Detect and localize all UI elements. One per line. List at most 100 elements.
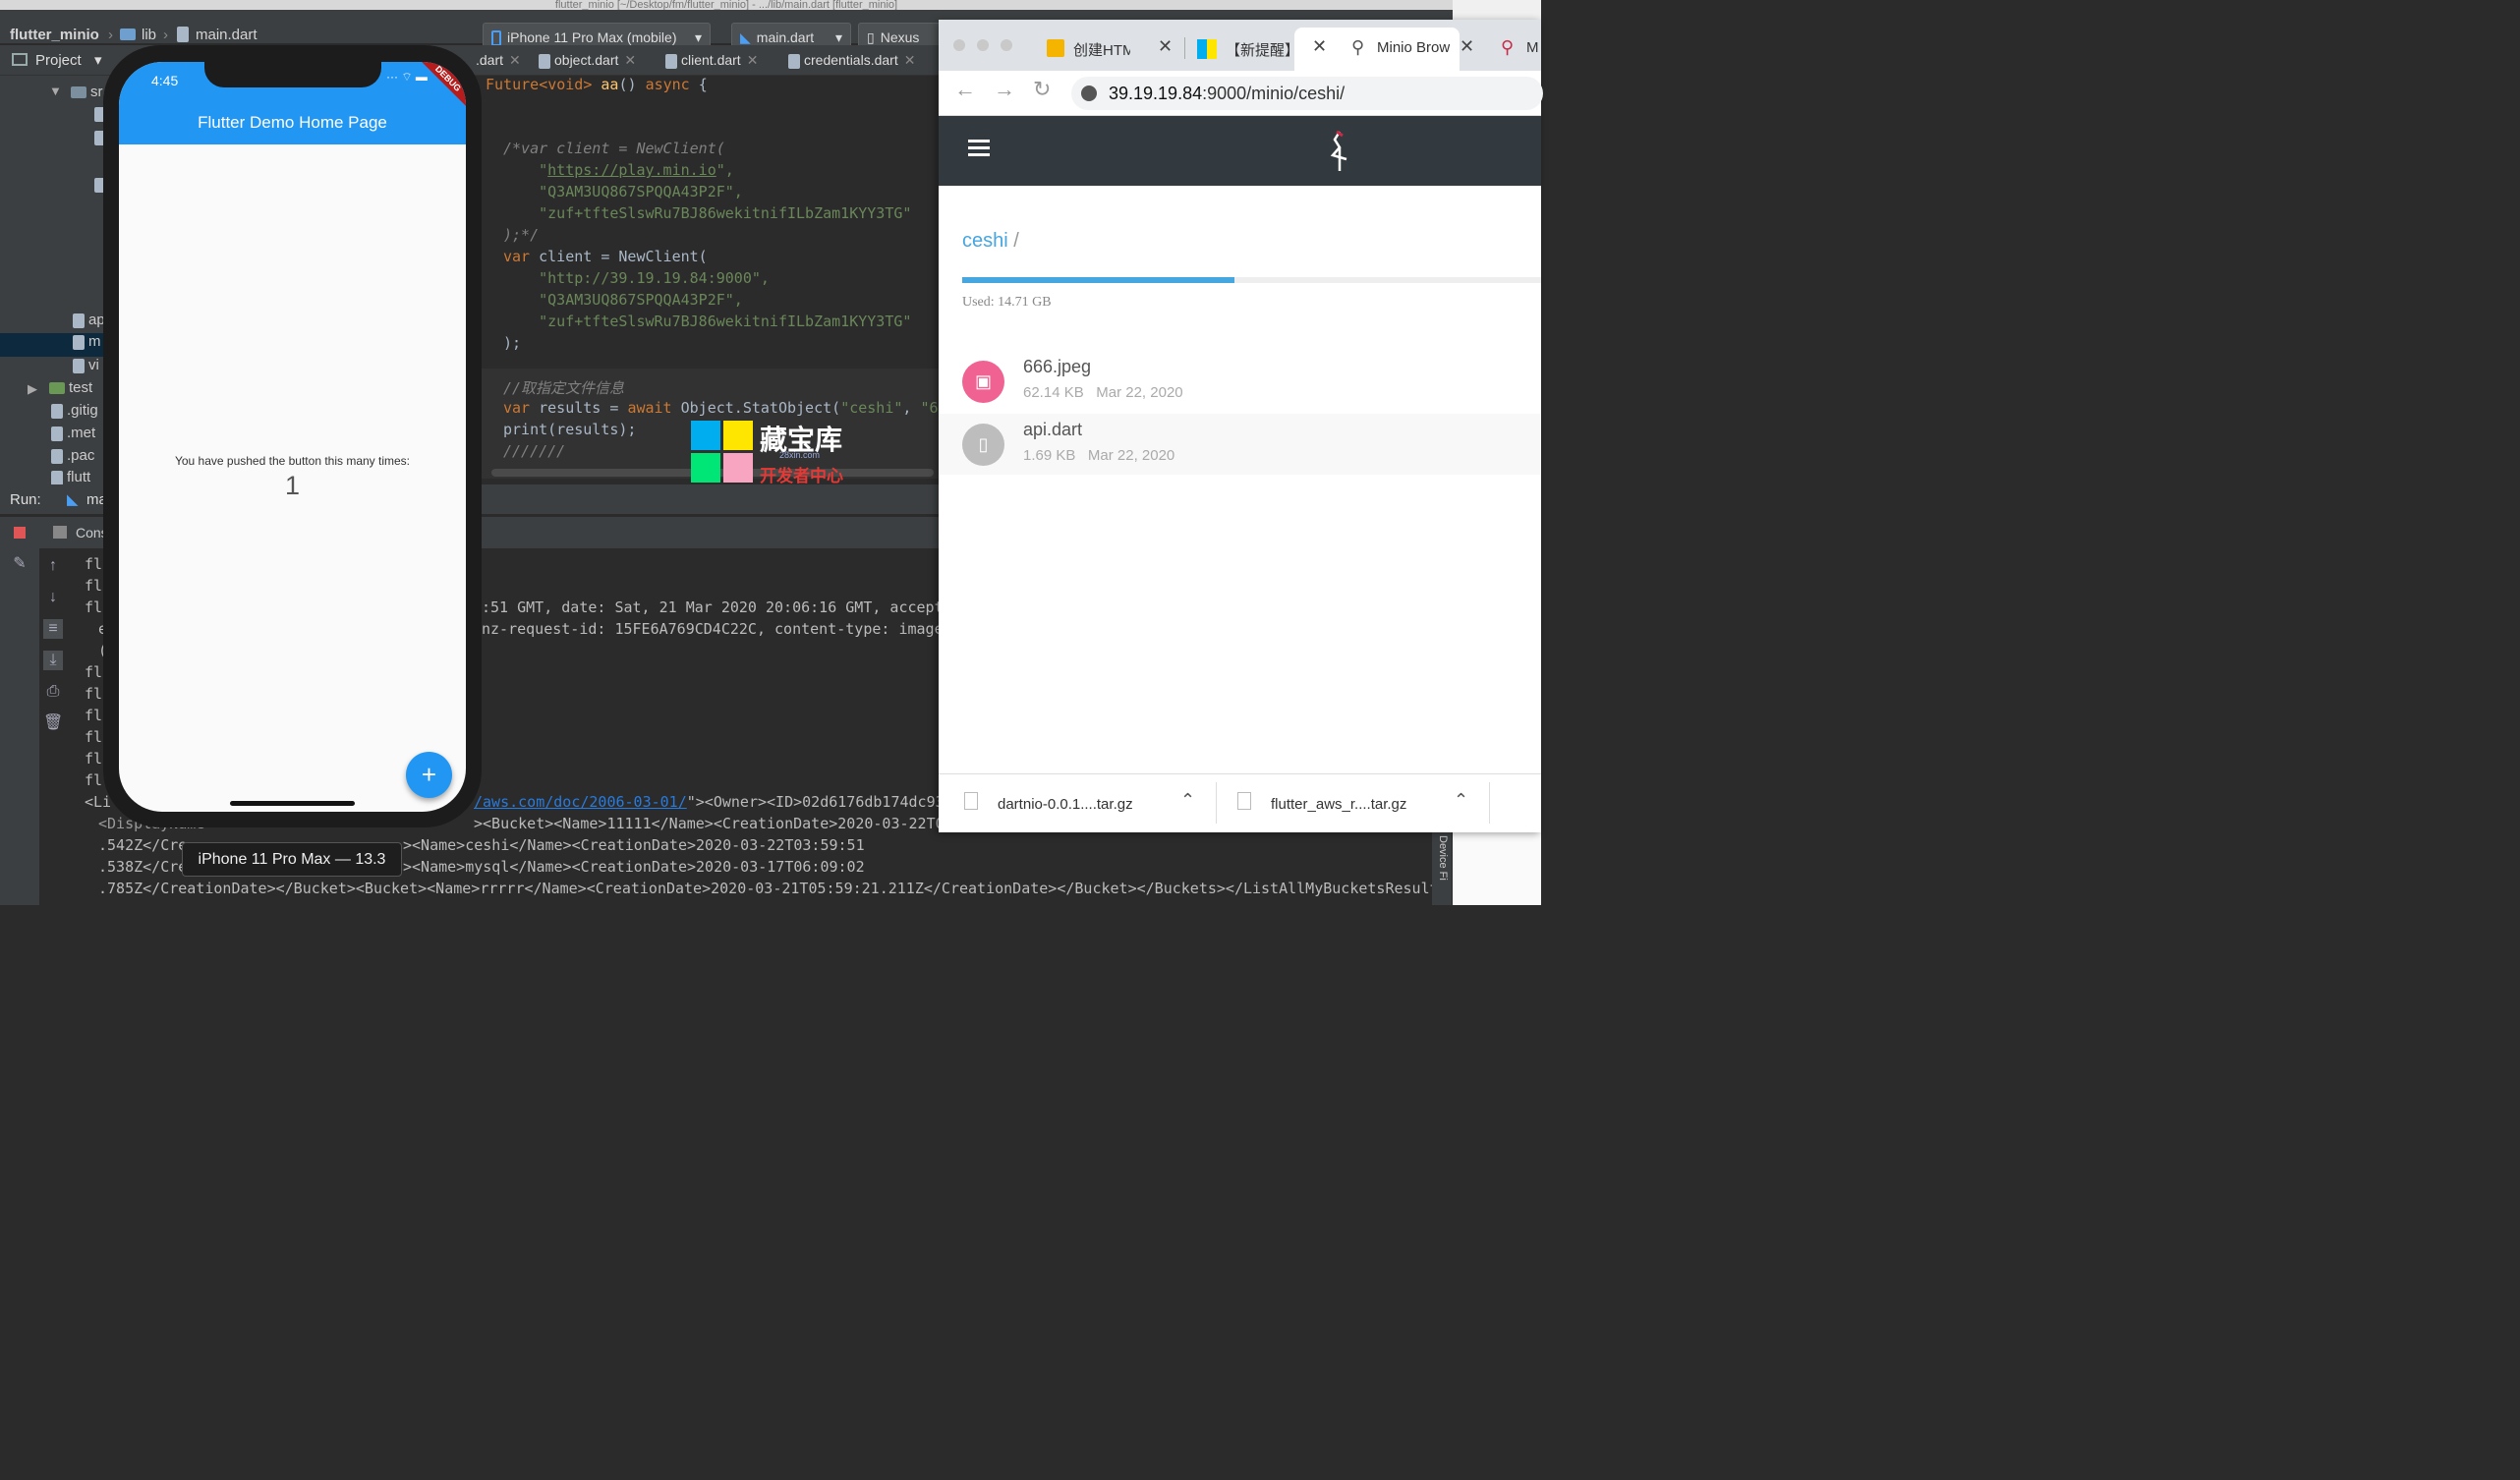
package-icon	[1047, 39, 1064, 57]
image-file-icon: ▣	[962, 361, 1004, 403]
url-input[interactable]: 39.19.19.84:9000/minio/ceshi/	[1071, 77, 1543, 110]
device-icon: ▯	[867, 29, 875, 45]
code-line: var results = await Object.StatObject("c…	[503, 399, 965, 417]
folder-icon	[71, 86, 86, 99]
file-name[interactable]: 666.jpeg	[1023, 357, 1091, 377]
tree-item[interactable]: .pac	[51, 447, 94, 464]
download-item[interactable]: dartnio-0.0.1....tar.gz	[998, 796, 1133, 813]
breadcrumb-project[interactable]: flutter_minio	[10, 27, 99, 43]
arrow-down-icon[interactable]: ↓	[43, 588, 63, 607]
status-time: 4:45	[151, 73, 179, 88]
pin-icon[interactable]: ✎	[10, 554, 29, 574]
flutter-icon: ◣	[740, 29, 751, 45]
tree-item[interactable]: .met	[51, 425, 95, 441]
dart-file-icon	[73, 358, 85, 373]
editor-tab[interactable]: .dart ✕	[476, 52, 521, 69]
file-icon	[51, 403, 63, 419]
site-favicon	[1197, 39, 1217, 59]
tree-item[interactable]: sr	[71, 84, 103, 100]
close-icon[interactable]: ✕	[1158, 36, 1173, 57]
dart-file-icon	[177, 27, 189, 42]
code-line: print(results);	[503, 421, 637, 438]
tree-item[interactable]: ap	[73, 312, 105, 328]
phone-screen: 4:45 ··· ⌔ ▬ DEBUG Flutter Demo Home Pag…	[119, 62, 466, 812]
close-icon[interactable]: ✕	[509, 52, 521, 68]
run-label: Run:	[10, 491, 41, 508]
editor-tab[interactable]: credentials.dart ✕	[788, 52, 915, 69]
run-config-label: main.dart	[756, 29, 815, 45]
tree-item[interactable]: .gitig	[51, 402, 98, 419]
breadcrumb-separator: ›	[108, 27, 113, 43]
reload-icon[interactable]: ↻	[1033, 77, 1051, 102]
chevron-up-icon[interactable]: ⌃	[1454, 790, 1468, 811]
url-path: :9000/minio/ceshi/	[1202, 84, 1346, 103]
home-indicator[interactable]	[230, 801, 355, 806]
close-icon[interactable]: ✕	[1460, 36, 1474, 57]
device-file-explorer-tab[interactable]: Device Fi	[1432, 831, 1452, 905]
ide-title-bar: flutter_minio [~/Desktop/fm/flutter_mini…	[0, 0, 1453, 10]
project-panel-label[interactable]: Project	[35, 52, 82, 69]
minio-logo-icon	[1330, 130, 1347, 171]
device-file-explorer-label: Device Fi	[1437, 835, 1449, 881]
browser-tab[interactable]: 创建HTML	[1073, 39, 1130, 60]
browser-tab-active[interactable]: Minio Brow	[1377, 39, 1450, 56]
stop-icon[interactable]	[10, 525, 29, 544]
close-icon[interactable]: ✕	[1312, 36, 1327, 57]
editor-tab[interactable]: client.dart ✕	[665, 52, 758, 69]
bucket-link[interactable]: ceshi	[962, 230, 1008, 252]
breadcrumb-file[interactable]: main.dart	[196, 27, 258, 43]
console-link[interactable]: /aws.com/doc/2006-03-01/	[474, 793, 687, 811]
trash-icon[interactable]: 🗑	[43, 713, 63, 733]
status-icons: ··· ⌔ ▬	[386, 70, 428, 84]
breadcrumb-folder[interactable]: lib	[142, 27, 156, 43]
window-close-button[interactable]	[953, 39, 965, 51]
editor-tab[interactable]: object.dart ✕	[539, 52, 636, 69]
forward-icon[interactable]: →	[994, 77, 1015, 102]
tree-item[interactable]: flutt	[51, 469, 90, 484]
code-line: //取指定文件信息	[503, 379, 625, 397]
minio-favicon: ⚲	[1501, 37, 1515, 57]
arrow-up-icon[interactable]: ↑	[43, 556, 63, 576]
window-minimize-button[interactable]	[977, 39, 989, 51]
window-zoom-button[interactable]	[1001, 39, 1012, 51]
project-view-icon	[12, 53, 28, 66]
code-line: );*/	[503, 226, 540, 244]
watermark-site: 28xin.com	[779, 450, 821, 460]
close-icon[interactable]: ✕	[624, 52, 636, 68]
soft-wrap-icon[interactable]: ≡	[43, 619, 63, 639]
code-line: "http://39.19.19.84:9000",	[503, 269, 770, 287]
counter-caption: You have pushed the button this many tim…	[174, 454, 411, 468]
url-host: 39.19.19.84	[1109, 84, 1203, 103]
chevron-up-icon[interactable]: ⌃	[1180, 790, 1195, 811]
test-folder-icon	[49, 382, 65, 395]
folder-icon	[120, 28, 136, 40]
file-row[interactable]: ▣ 666.jpeg 62.14 KB Mar 22, 2020	[939, 351, 1541, 412]
file-row[interactable]: ▯ api.dart 1.69 KB Mar 22, 2020	[939, 414, 1541, 475]
close-icon[interactable]: ✕	[747, 52, 759, 68]
code-line: "https://play.min.io",	[503, 161, 734, 179]
browser-tab[interactable]: 【新提醒】	[1226, 39, 1299, 60]
menu-icon[interactable]	[968, 140, 990, 142]
code-line: ///////	[503, 442, 566, 460]
tree-item[interactable]: vi	[73, 357, 99, 373]
file-name[interactable]: api.dart	[1023, 420, 1082, 440]
back-icon[interactable]: ←	[954, 77, 976, 102]
close-icon[interactable]: ✕	[904, 52, 916, 68]
globe-icon	[1081, 85, 1097, 101]
scroll-to-end-icon[interactable]: ⤓	[43, 651, 63, 670]
dart-file-icon	[73, 313, 85, 328]
downloads-bar: dartnio-0.0.1....tar.gz ⌃ flutter_aws_r.…	[939, 773, 1541, 832]
tree-collapse-icon: ▶	[28, 381, 37, 396]
file-icon	[51, 470, 63, 484]
tree-item[interactable]: test	[49, 379, 92, 396]
code-line: "Q3AM3UQ867SPQQA43P2F",	[503, 291, 743, 309]
code-line: Future<void> aa() async {	[486, 76, 708, 93]
counter-value: 1	[284, 471, 301, 500]
print-icon[interactable]: ⎙	[43, 682, 63, 702]
browser-tab[interactable]: M	[1526, 39, 1539, 56]
increment-fab-button[interactable]: +	[406, 752, 452, 798]
browser-address-bar: ← → ↻ 39.19.19.84:9000/minio/ceshi/	[939, 71, 1543, 116]
breadcrumb-separator: ›	[163, 27, 168, 43]
download-item[interactable]: flutter_aws_r....tar.gz	[1271, 796, 1406, 813]
emulator-label: Nexus	[880, 29, 920, 45]
